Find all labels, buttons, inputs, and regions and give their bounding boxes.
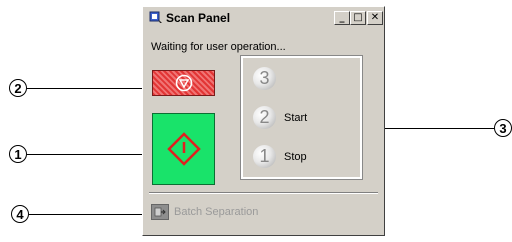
close-button[interactable]: ✕ <box>367 11 383 25</box>
divider <box>149 192 378 194</box>
counter-row: 3 <box>253 67 284 90</box>
stop-button[interactable] <box>152 70 215 96</box>
counter-row: 2 Start <box>253 106 307 129</box>
counter-panel: 3 2 Start 1 Stop <box>240 55 363 180</box>
leader-line-4 <box>29 214 155 215</box>
maximize-button[interactable]: □ <box>350 11 366 25</box>
callout-4: 4 <box>11 205 29 223</box>
start-icon <box>166 132 201 166</box>
batch-separation-label: Batch Separation <box>174 206 259 218</box>
window-title: Scan Panel <box>166 11 231 25</box>
leader-line-1 <box>27 154 155 155</box>
batch-separation-icon <box>151 204 169 220</box>
counter-label-stop: Stop <box>284 150 307 163</box>
status-text: Waiting for user operation... <box>151 41 286 53</box>
digit-2: 2 <box>253 106 276 129</box>
minimize-button[interactable]: _ <box>334 11 350 25</box>
scan-panel-window: Scan Panel _ □ ✕ Waiting for user operat… <box>142 6 385 236</box>
counter-row: 1 Stop <box>253 145 307 168</box>
counter-label-start: Start <box>284 111 308 124</box>
callout-1: 1 <box>9 145 27 163</box>
digit-3: 3 <box>253 67 276 90</box>
callout-2: 2 <box>9 79 27 97</box>
stop-icon <box>175 74 192 92</box>
start-button[interactable] <box>152 113 215 185</box>
leader-line-2 <box>27 88 151 89</box>
title-bar[interactable]: Scan Panel _ □ ✕ <box>145 9 383 27</box>
batch-separation-button[interactable]: Batch Separation <box>151 203 258 221</box>
callout-3: 3 <box>494 119 512 137</box>
digit-1: 1 <box>253 145 276 168</box>
scanner-icon <box>149 11 162 23</box>
